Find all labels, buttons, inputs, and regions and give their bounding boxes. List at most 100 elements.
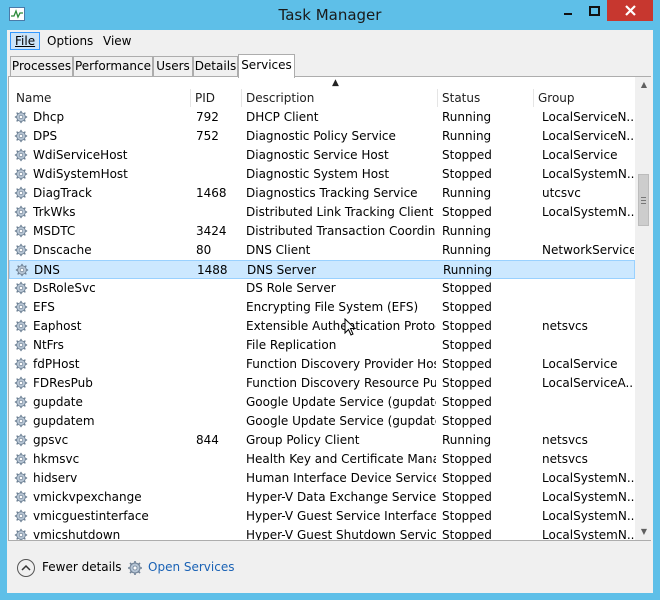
service-pid (196, 450, 240, 469)
title-bar[interactable]: Task Manager (0, 0, 660, 30)
service-group: LocalService (542, 357, 618, 371)
service-group (542, 298, 634, 317)
minimize-button[interactable] (555, 0, 581, 21)
minimize-icon (564, 12, 572, 15)
menu-options[interactable]: Options (43, 33, 97, 50)
service-description: File Replication (246, 338, 337, 352)
service-name: DNS (34, 263, 60, 277)
service-row[interactable]: gupdatem Google Update Service (gupdatem)… (9, 412, 635, 431)
service-pid (196, 393, 240, 412)
service-row[interactable]: Dhcp 792 DHCP Client Running LocalServiceN..… (9, 108, 635, 127)
service-gear-icon (14, 186, 28, 200)
service-status: Stopped (442, 509, 492, 523)
scroll-down-arrow-icon[interactable]: ▼ (636, 524, 652, 540)
service-gear-icon (14, 300, 28, 314)
service-group: netsvcs (542, 319, 588, 333)
service-gear-icon (14, 376, 28, 390)
service-row[interactable]: EFS Encrypting File System (EFS) Stopped (9, 298, 635, 317)
service-row[interactable]: DNS 1488 DNS Server Running (9, 260, 635, 279)
service-description: Google Update Service (gupdate) (246, 395, 436, 409)
service-row[interactable]: FDResPub Function Discovery Resource Pu..… (9, 374, 635, 393)
service-group (543, 261, 635, 280)
service-row[interactable]: DsRoleSvc DS Role Server Stopped (9, 279, 635, 298)
service-pid: 792 (196, 110, 219, 124)
scrollbar-thumb[interactable] (638, 174, 649, 226)
service-name: Dnscache (33, 243, 92, 257)
services-list: Dhcp 792 DHCP Client Running LocalServiceN..… (9, 108, 635, 540)
service-name: MSDTC (33, 224, 76, 238)
service-status: Running (442, 243, 492, 257)
service-name: hidserv (33, 471, 78, 485)
service-row[interactable]: NtFrs File Replication Stopped (9, 336, 635, 355)
service-status: Stopped (442, 357, 492, 371)
service-status: Stopped (442, 414, 492, 428)
service-row[interactable]: WdiServiceHost Diagnostic Service Host Sto… (9, 146, 635, 165)
menu-file[interactable]: File (10, 32, 41, 50)
service-gear-icon (14, 205, 28, 219)
service-row[interactable]: vmicguestinterface Hyper-V Guest Service … (9, 507, 635, 526)
service-row[interactable]: vmickvpexchange Hyper-V Data Exchange Ser… (9, 488, 635, 507)
tab-details[interactable]: Details (193, 56, 238, 76)
service-row[interactable]: gpsvc 844 Group Policy Client Running netsvc… (9, 431, 635, 450)
column-header-pid[interactable]: PID (190, 89, 241, 107)
fewer-details-link[interactable]: Fewer details (42, 560, 122, 574)
service-pid (196, 165, 240, 184)
service-row[interactable]: TrkWks Distributed Link Tracking Client St… (9, 203, 635, 222)
service-row[interactable]: DiagTrack 1468 Diagnostics Tracking Servic… (9, 184, 635, 203)
service-row[interactable]: Dnscache 80 DNS Client Running NetworkServic… (9, 241, 635, 260)
tab-performance[interactable]: Performance (73, 56, 153, 76)
service-pid: 3424 (196, 224, 227, 238)
service-row[interactable]: vmicshutdown Hyper-V Guest Shutdown Servi… (9, 526, 635, 540)
column-header-row: Name PID Description ▲ Status Group (9, 78, 635, 107)
service-group: LocalSystemN... (542, 471, 634, 485)
service-gear-icon (14, 490, 28, 504)
service-description: Group Policy Client (246, 433, 360, 447)
service-pid: 1468 (196, 186, 227, 200)
tab-users[interactable]: Users (153, 56, 193, 76)
fewer-details-chevron-up-icon[interactable] (17, 559, 35, 577)
column-header-description[interactable]: Description (241, 89, 437, 107)
service-pid (196, 317, 240, 336)
service-pid (196, 279, 240, 298)
service-row[interactable]: hidserv Human Interface Device Service Sto… (9, 469, 635, 488)
service-row[interactable]: Eaphost Extensible Authentication Protoco… (9, 317, 635, 336)
service-description: Distributed Transaction Coordin... (246, 224, 436, 238)
service-pid: 1488 (197, 263, 228, 277)
close-button[interactable] (607, 0, 653, 21)
service-gear-icon (14, 110, 28, 124)
service-status: Stopped (442, 528, 492, 540)
service-name: Dhcp (33, 110, 65, 124)
column-header-group[interactable]: Group (533, 89, 635, 107)
service-row[interactable]: DPS 752 Diagnostic Policy Service Running Lo… (9, 127, 635, 146)
sort-ascending-icon: ▲ (332, 78, 339, 88)
service-description: Extensible Authentication Protocol (246, 319, 436, 333)
service-name: gupdatem (33, 414, 95, 428)
service-pid (196, 146, 240, 165)
tab-services[interactable]: Services (238, 54, 295, 78)
service-name: vmickvpexchange (33, 490, 142, 504)
service-description: Hyper-V Guest Service Interface (246, 509, 436, 523)
service-description: Diagnostic Service Host (246, 148, 389, 162)
service-status: Stopped (442, 395, 492, 409)
service-row[interactable]: hkmsvc Health Key and Certificate Mana...… (9, 450, 635, 469)
service-description: DNS Client (246, 243, 311, 257)
service-gear-icon (14, 148, 28, 162)
scroll-up-arrow-icon[interactable]: ▲ (636, 77, 652, 93)
open-services-link[interactable]: Open Services (148, 560, 234, 574)
service-status: Stopped (442, 281, 492, 295)
menu-view[interactable]: View (99, 33, 135, 50)
service-gear-icon (14, 338, 28, 352)
maximize-button[interactable] (581, 0, 607, 21)
column-header-name[interactable]: Name (12, 89, 190, 107)
service-pid: 80 (196, 243, 212, 257)
vertical-scrollbar[interactable]: ▲ ▼ (635, 77, 652, 540)
service-group: netsvcs (542, 433, 588, 447)
tab-processes[interactable]: Processes (10, 56, 73, 76)
service-row[interactable]: MSDTC 3424 Distributed Transaction Coordin… (9, 222, 635, 241)
service-description: DS Role Server (246, 281, 336, 295)
service-row[interactable]: fdPHost Function Discovery Provider Host S… (9, 355, 635, 374)
service-row[interactable]: gupdate Google Update Service (gupdate) St… (9, 393, 635, 412)
column-header-status[interactable]: Status (437, 89, 533, 107)
service-row[interactable]: WdiSystemHost Diagnostic System Host Stopp… (9, 165, 635, 184)
service-name: vmicguestinterface (33, 509, 149, 523)
